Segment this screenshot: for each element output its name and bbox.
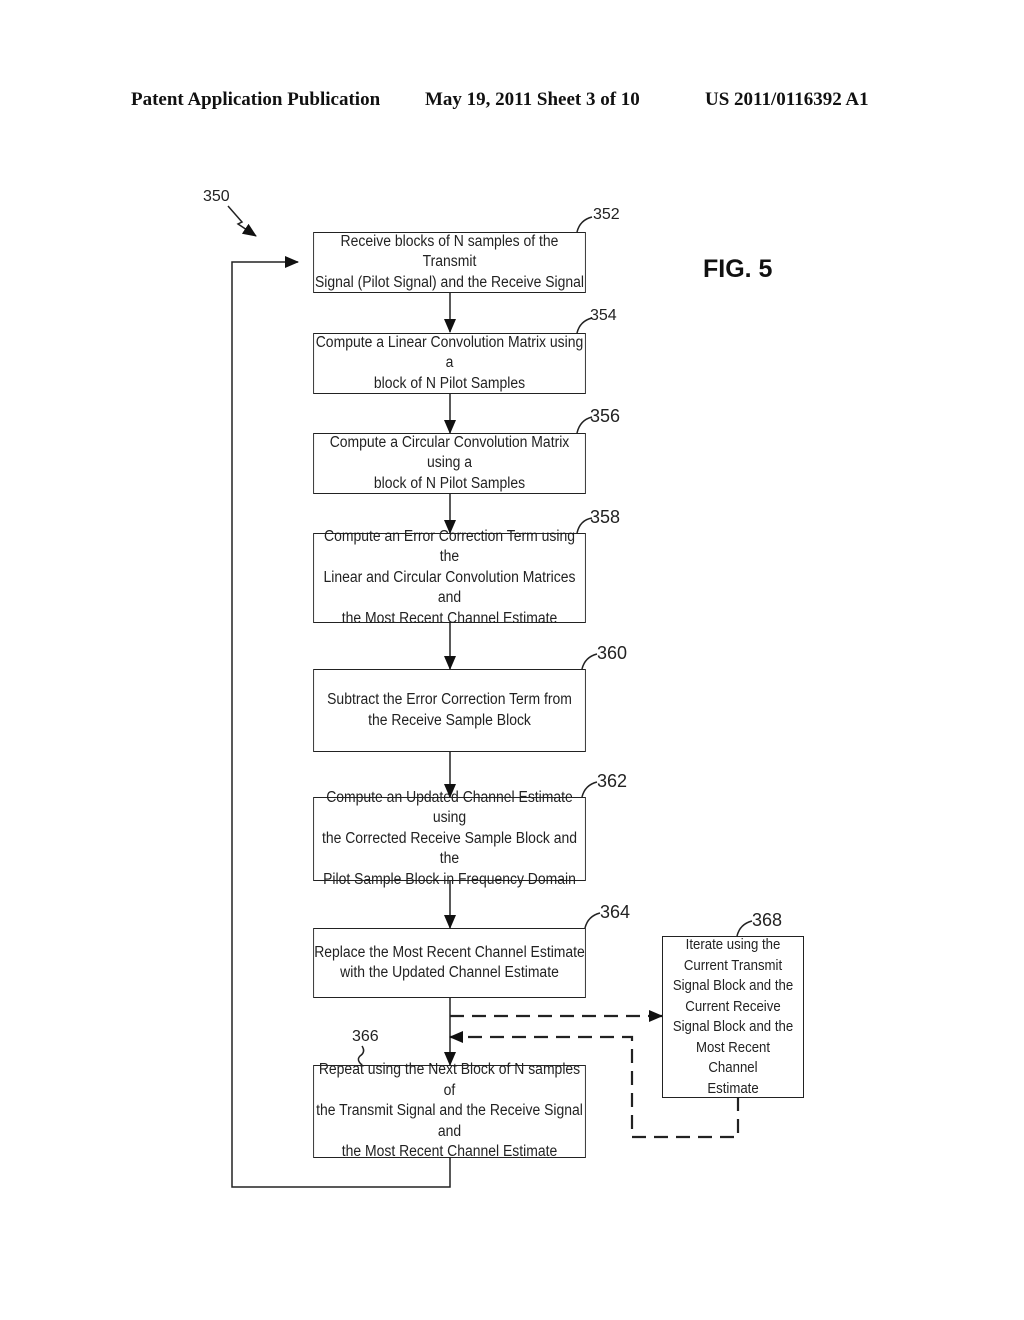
step-364-replace-estimate: Replace the Most Recent Channel Estimate… — [313, 928, 586, 998]
step-358-error-correction: Compute an Error Correction Term using t… — [313, 528, 586, 627]
ref-350-arrow — [227, 205, 257, 237]
step-362-updated-estimate: Compute an Updated Channel Estimate usin… — [313, 789, 586, 888]
step-368-iterate: Iterate using the Current Transmit Signa… — [662, 936, 804, 1098]
ref-356: 356 — [590, 406, 621, 426]
ref-358: 358 — [590, 507, 621, 527]
ref-362: 362 — [597, 771, 628, 791]
step-354-linear-convolution: Compute a Linear Convolution Matrix usin… — [313, 333, 586, 394]
step-352-receive-blocks: Receive blocks of N samples of the Trans… — [313, 232, 586, 293]
ref-366: 366 — [352, 1028, 379, 1045]
ref-354: 354 — [590, 307, 617, 324]
ref-352: 352 — [593, 206, 620, 223]
step-360-subtract-error: Subtract the Error Correction Term from t… — [313, 669, 586, 752]
step-356-circular-convolution: Compute a Circular Convolution Matrix us… — [313, 433, 586, 494]
step-366-repeat-next-block: Repeat using the Next Block of N samples… — [313, 1061, 586, 1160]
ref-368: 368 — [752, 910, 783, 930]
ref-364: 364 — [600, 902, 631, 922]
ref-360: 360 — [597, 643, 628, 663]
